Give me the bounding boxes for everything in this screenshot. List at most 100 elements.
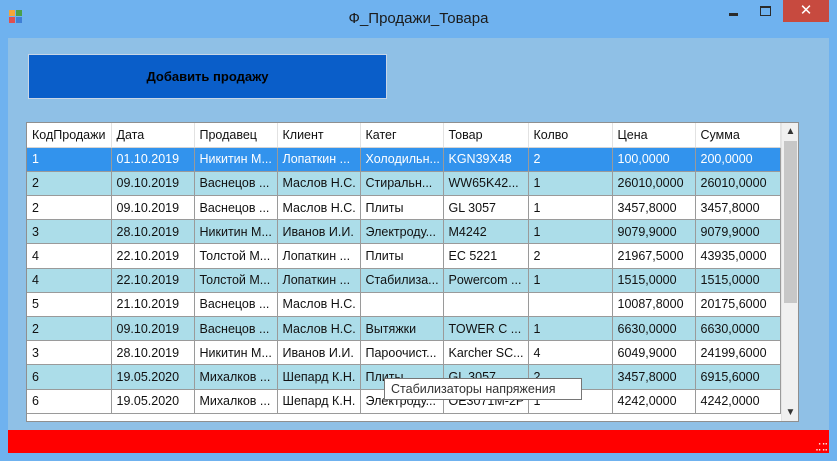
title-bar[interactable]: Ф_Продажи_Товара ✕ [0,0,837,38]
table-cell[interactable]: Маслов Н.С. [277,171,361,197]
table-cell[interactable]: 2 [27,171,112,197]
table-cell[interactable]: Васнецов ... [194,292,278,318]
table-cell[interactable]: Никитин М... [194,147,278,172]
table-cell[interactable]: 01.10.2019 [111,147,195,172]
table-cell[interactable]: Плиты [360,195,444,221]
table-cell[interactable]: Васнецов ... [194,195,278,221]
table-row[interactable]: 2 09.10.2019 Васнецов ... Маслов Н.С. Плиты G… [27,195,781,221]
vertical-scrollbar[interactable]: ▲ ▼ [781,123,798,421]
table-cell[interactable]: 19.05.2020 [111,389,195,414]
resize-grip-icon[interactable]: ⠠⠤ ⠤⠤ [815,438,828,453]
column-header[interactable]: Дата [111,123,195,148]
table-cell[interactable]: Васнецов ... [194,316,278,342]
table-cell[interactable]: 4242,0000 [612,389,696,414]
table-cell[interactable]: 9079,9000 [695,219,781,245]
table-cell[interactable]: Электроду... [360,219,444,245]
table-cell[interactable]: 21967,5000 [612,243,696,269]
column-header[interactable]: Товар [443,123,529,148]
table-cell[interactable]: Васнецов ... [194,171,278,197]
table-cell[interactable]: 100,0000 [612,147,696,172]
table-cell[interactable]: M4242 [443,219,529,245]
table-cell[interactable] [528,292,613,318]
table-cell[interactable]: 09.10.2019 [111,316,195,342]
table-cell[interactable]: 1 [528,171,613,197]
column-header[interactable]: Сумма [695,123,781,148]
table-cell[interactable]: 3457,8000 [612,195,696,221]
table-cell[interactable]: Маслов Н.С. [277,292,361,318]
table-cell[interactable]: 20175,6000 [695,292,781,318]
table-row[interactable]: 3 28.10.2019 Никитин М... Иванов И.И. Электр… [27,219,781,245]
column-header[interactable]: Клиент [277,123,361,148]
column-header[interactable]: Продавец [194,123,278,148]
table-row[interactable]: 2 09.10.2019 Васнецов ... Маслов Н.С. Стирал… [27,171,781,197]
table-cell[interactable]: 1 [528,268,613,293]
table-cell[interactable]: 2 [528,243,613,269]
table-cell[interactable]: 26010,0000 [612,171,696,197]
table-cell[interactable]: 5 [27,292,112,318]
table-row[interactable]: 4 22.10.2019 Толстой М... Лопаткин ... Стаби… [27,268,781,293]
table-cell[interactable]: Холодильн... [360,147,444,172]
table-cell[interactable]: 6630,0000 [612,316,696,342]
table-cell[interactable]: Powercom ... [443,268,529,293]
table-cell[interactable]: Стиральн... [360,171,444,197]
table-cell[interactable]: Толстой М... [194,243,278,269]
table-row[interactable]: 2 09.10.2019 Васнецов ... Маслов Н.С. Вытяжк… [27,316,781,342]
table-cell[interactable]: 6915,6000 [695,364,781,390]
table-cell[interactable]: 4 [528,340,613,366]
scroll-up-icon[interactable]: ▲ [782,123,798,140]
table-cell[interactable]: 6 [27,389,112,414]
table-cell[interactable]: TOWER C ... [443,316,529,342]
table-cell[interactable]: 1515,0000 [612,268,696,293]
table-cell[interactable]: Никитин М... [194,219,278,245]
table-cell[interactable]: 3 [27,219,112,245]
table-cell[interactable]: Никитин М... [194,340,278,366]
table-cell[interactable]: 1 [528,316,613,342]
table-cell[interactable]: Михалков ... [194,389,278,414]
table-cell[interactable]: Иванов И.И. [277,340,361,366]
table-cell[interactable]: 200,0000 [695,147,781,172]
table-cell[interactable]: Лопаткин ... [277,147,361,172]
table-cell[interactable]: 43935,0000 [695,243,781,269]
table-cell[interactable]: Karcher SC... [443,340,529,366]
table-cell[interactable]: Шепард К.Н. [277,364,361,390]
table-cell[interactable]: 3457,8000 [612,364,696,390]
table-cell[interactable]: GL 3057 [443,195,529,221]
table-cell[interactable]: 6630,0000 [695,316,781,342]
table-cell[interactable]: 24199,6000 [695,340,781,366]
scroll-down-icon[interactable]: ▼ [782,404,798,421]
table-cell[interactable]: Пароочист... [360,340,444,366]
table-cell[interactable]: 22.10.2019 [111,243,195,269]
scrollbar-thumb[interactable] [784,141,797,303]
sales-data-grid[interactable]: КодПродажи Дата Продавец Клиент Катег Товар Ко… [26,122,799,422]
table-cell[interactable]: KGN39X48 [443,147,529,172]
table-cell[interactable]: 6 [27,364,112,390]
column-header[interactable]: Цена [612,123,696,148]
table-cell[interactable]: Лопаткин ... [277,243,361,269]
table-cell[interactable]: 09.10.2019 [111,171,195,197]
table-cell[interactable]: 3 [27,340,112,366]
table-cell[interactable]: Лопаткин ... [277,268,361,293]
table-row[interactable]: 5 21.10.2019 Васнецов ... Маслов Н.С. 10087,… [27,292,781,318]
column-header[interactable]: Катег [360,123,444,148]
table-cell[interactable]: 4 [27,243,112,269]
table-cell[interactable]: WW65K42... [443,171,529,197]
table-cell[interactable]: Толстой М... [194,268,278,293]
table-row[interactable]: 1 01.10.2019 Никитин М... Лопаткин ... Холод… [27,147,781,172]
table-cell[interactable]: EC 5221 [443,243,529,269]
table-cell[interactable]: 22.10.2019 [111,268,195,293]
table-cell[interactable]: Стабилиза... [360,268,444,293]
table-cell[interactable]: 2 [27,195,112,221]
table-cell[interactable]: 3457,8000 [695,195,781,221]
table-cell[interactable]: 1 [27,147,112,172]
minimize-button[interactable] [716,0,750,22]
maximize-button[interactable] [750,0,780,22]
table-cell[interactable]: Михалков ... [194,364,278,390]
column-header[interactable]: Колво [528,123,613,148]
table-cell[interactable]: Иванов И.И. [277,219,361,245]
table-cell[interactable]: 09.10.2019 [111,195,195,221]
table-cell[interactable]: 1 [528,219,613,245]
table-cell[interactable]: Шепард К.Н. [277,389,361,414]
table-cell[interactable]: 10087,8000 [612,292,696,318]
table-cell[interactable]: Маслов Н.С. [277,316,361,342]
table-cell[interactable]: 19.05.2020 [111,364,195,390]
